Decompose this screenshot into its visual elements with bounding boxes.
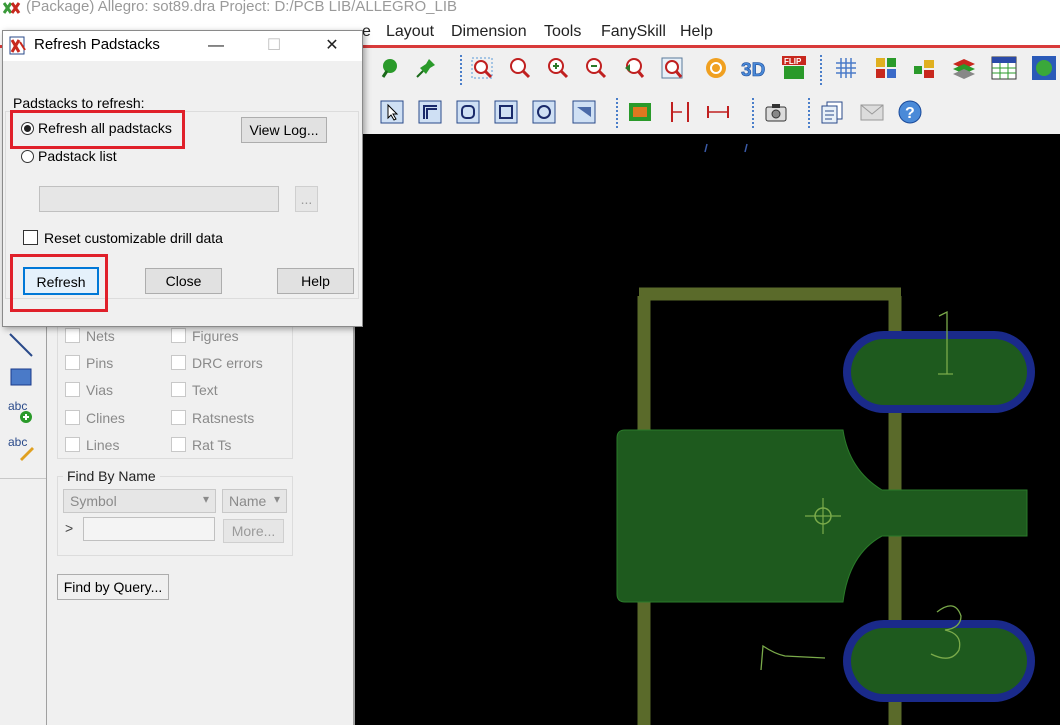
pad-3 — [851, 628, 1027, 694]
menu-fanyskill[interactable]: FanySkill — [601, 23, 666, 41]
padstacks-group-label: Padstacks to refresh: — [13, 95, 145, 111]
symbol-select[interactable]: Symbol ▾ — [63, 489, 216, 513]
svg-text:abc: abc — [8, 435, 27, 449]
toolbar-separator — [752, 98, 756, 128]
globe-icon[interactable] — [1030, 54, 1058, 82]
chevron-down-icon: ▾ — [273, 492, 280, 506]
lines-checkbox[interactable]: Lines — [65, 437, 119, 453]
pin-icon[interactable] — [376, 54, 404, 82]
find-by-name-label: Find By Name — [63, 468, 160, 484]
stackup-icon[interactable] — [950, 54, 978, 82]
pins-checkbox[interactable]: Pins — [65, 355, 113, 371]
zoom-previous-icon[interactable] — [620, 54, 648, 82]
help-icon[interactable]: ? — [896, 98, 924, 126]
dialog-app-icon — [9, 36, 26, 55]
padstack-list-input[interactable] — [39, 186, 279, 212]
vias-checkbox[interactable]: Vias — [65, 382, 113, 398]
pad-1 — [851, 339, 1027, 405]
toolbar-add: ? — [360, 92, 950, 134]
window-title: (Package) Allegro: sot89.dra Project: D:… — [26, 0, 458, 15]
report-icon[interactable] — [818, 98, 846, 126]
line-icon[interactable] — [6, 330, 36, 360]
zoom-points-icon[interactable] — [506, 54, 534, 82]
chevron-down-icon: ▾ — [202, 492, 209, 506]
menu-tools[interactable]: Tools — [544, 23, 581, 41]
browse-button[interactable]: ... — [295, 186, 318, 212]
toolbar-separator — [460, 55, 464, 85]
color-icon[interactable] — [872, 54, 900, 82]
slot-icon[interactable] — [570, 98, 598, 126]
zoom-in-icon[interactable] — [544, 54, 572, 82]
close-button[interactable]: Close — [145, 268, 222, 294]
nets-checkbox[interactable]: Nets — [65, 328, 115, 344]
3d-view-icon[interactable]: 3D — [740, 54, 768, 82]
mail-icon[interactable] — [858, 98, 886, 126]
menu-layout[interactable]: Layout — [386, 23, 434, 41]
ratsnests-checkbox[interactable]: Ratsnests — [171, 410, 254, 426]
toolbar-view: 3D FLIP — [360, 48, 1060, 92]
camera-icon[interactable] — [762, 98, 790, 126]
zoom-fit-icon[interactable] — [468, 54, 496, 82]
name-select[interactable]: Name ▾ — [222, 489, 287, 513]
find-by-query-button[interactable]: Find by Query... — [57, 574, 169, 600]
zoom-out-icon[interactable] — [582, 54, 610, 82]
toolbar-separator — [808, 98, 812, 128]
radio-unselected-icon — [21, 150, 34, 163]
title-bar: (Package) Allegro: sot89.dra Project: D:… — [0, 0, 1060, 18]
more-button[interactable]: More... — [223, 519, 284, 543]
view-log-button[interactable]: View Log... — [241, 117, 327, 143]
close-icon[interactable]: ✕ — [317, 34, 347, 58]
highlight-refresh-button — [10, 254, 108, 312]
dim-horizontal-icon[interactable] — [704, 98, 732, 126]
menu-shape[interactable]: e — [362, 23, 371, 41]
svg-text:FLIP: FLIP — [784, 57, 802, 66]
allegro-app-icon — [3, 2, 21, 14]
drc-errors-checkbox[interactable]: DRC errors — [171, 355, 263, 371]
layers-icon[interactable] — [910, 54, 938, 82]
find-name-input[interactable] — [83, 517, 215, 541]
cut-off-marks — [704, 143, 748, 153]
minimize-icon[interactable]: — — [201, 34, 231, 58]
edit-text-icon[interactable]: abc — [6, 432, 36, 462]
measure-icon[interactable] — [626, 98, 654, 126]
toolbar-separator — [820, 55, 824, 85]
rat-ts-checkbox[interactable]: Rat Ts — [171, 437, 231, 453]
menu-help[interactable]: Help — [680, 23, 713, 41]
cm-icon[interactable] — [990, 54, 1018, 82]
dialog-title: Refresh Padstacks — [34, 36, 160, 53]
padstack-list-radio[interactable]: Padstack list — [21, 148, 117, 164]
highlight-refresh-all — [10, 110, 185, 149]
maximize-icon: ☐ — [266, 37, 282, 54]
rect-icon[interactable] — [492, 98, 520, 126]
name-prefix: > — [65, 520, 74, 536]
pin-label-2 — [760, 644, 826, 671]
grid-icon[interactable] — [832, 54, 860, 82]
zoom-world-icon[interactable] — [658, 54, 686, 82]
toolbar-separator — [616, 98, 620, 128]
svg-text:abc: abc — [8, 399, 27, 413]
footprint-drawing — [616, 143, 1035, 725]
pushpin-icon[interactable] — [412, 54, 440, 82]
add-text-icon[interactable]: abc — [6, 396, 36, 426]
redraw-icon[interactable] — [702, 54, 730, 82]
select-icon[interactable] — [378, 98, 406, 126]
shape-corner-icon[interactable] — [416, 98, 444, 126]
svg-text:?: ? — [905, 105, 915, 122]
dim-vertical-icon[interactable] — [666, 98, 694, 126]
text-checkbox[interactable]: Text — [171, 382, 218, 398]
rounded-rect-icon[interactable] — [454, 98, 482, 126]
help-button[interactable]: Help — [277, 268, 354, 294]
clines-checkbox[interactable]: Clines — [65, 410, 125, 426]
circle-icon[interactable] — [530, 98, 558, 126]
reset-drill-checkbox[interactable]: Reset customizable drill data — [23, 230, 223, 246]
find-by-name-group — [57, 476, 293, 556]
menu-dimension[interactable]: Dimension — [451, 23, 527, 41]
flip-icon[interactable]: FLIP — [780, 54, 808, 82]
rectangle-icon[interactable] — [6, 362, 36, 392]
figures-checkbox[interactable]: Figures — [171, 328, 239, 344]
design-canvas[interactable] — [355, 134, 1060, 725]
dialog-title-bar: Refresh Padstacks — ☐ ✕ — [3, 31, 362, 61]
strip-divider — [0, 478, 46, 479]
svg-text:3D: 3D — [741, 60, 765, 81]
